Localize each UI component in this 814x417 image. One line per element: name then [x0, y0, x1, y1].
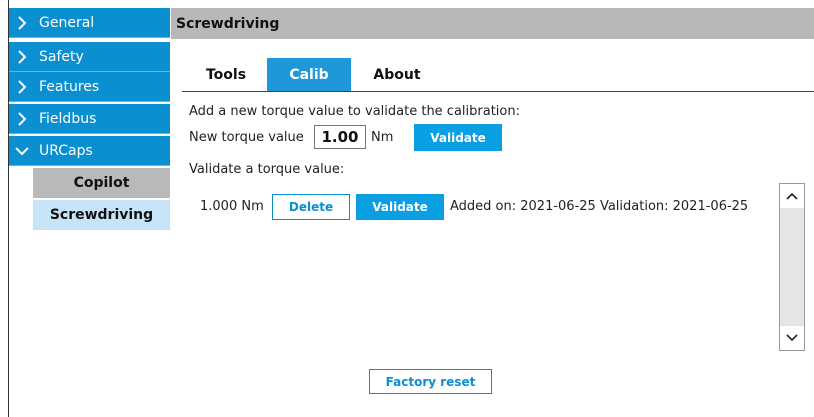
chevron-up-icon	[786, 192, 798, 200]
sidebar-subitem-screwdriving[interactable]: Screwdriving	[33, 200, 170, 230]
chevron-right-icon	[9, 42, 35, 72]
scrollbar[interactable]	[779, 183, 805, 351]
tab-divider	[182, 91, 814, 92]
scroll-down-button[interactable]	[780, 326, 804, 350]
chevron-right-icon	[9, 8, 35, 38]
chevron-right-icon	[9, 104, 35, 134]
sidebar-item-features[interactable]: Features	[9, 72, 170, 102]
validate-entry-button[interactable]: Validate	[356, 194, 444, 220]
chevron-down-icon	[786, 334, 798, 342]
sidebar: General Safety Features Fieldbus URCaps …	[9, 0, 170, 417]
add-torque-prompt: Add a new torque value to validate the c…	[189, 104, 520, 119]
sidebar-item-label: URCaps	[39, 142, 93, 159]
sidebar-item-label: Features	[39, 78, 100, 95]
page-title: Screwdriving	[171, 8, 814, 39]
sidebar-subitem-label: Copilot	[73, 175, 130, 191]
tab-calib[interactable]: Calib	[267, 58, 351, 91]
sidebar-subitem-label: Screwdriving	[49, 207, 154, 223]
validate-torque-prompt: Validate a torque value:	[189, 162, 345, 177]
tab-tools[interactable]: Tools	[190, 58, 262, 91]
scroll-up-button[interactable]	[780, 184, 804, 208]
tab-about[interactable]: About	[356, 58, 438, 91]
sidebar-item-fieldbus[interactable]: Fieldbus	[9, 104, 170, 134]
delete-button[interactable]: Delete	[272, 194, 350, 220]
torque-entry-value: 1.000 Nm	[200, 199, 264, 214]
sidebar-item-label: General	[39, 14, 95, 31]
chevron-right-icon	[9, 72, 35, 102]
sidebar-item-urcaps[interactable]: URCaps	[9, 136, 170, 166]
sidebar-subitem-copilot[interactable]: Copilot	[33, 168, 170, 198]
chevron-down-icon	[9, 136, 35, 166]
sidebar-item-general[interactable]: General	[9, 8, 170, 38]
validate-new-torque-button[interactable]: Validate	[414, 124, 502, 151]
new-torque-input[interactable]: 1.00	[314, 125, 366, 149]
sidebar-item-label: Fieldbus	[39, 110, 97, 127]
new-torque-label: New torque value	[189, 130, 304, 145]
torque-unit-label: Nm	[371, 130, 394, 145]
factory-reset-button[interactable]: Factory reset	[369, 369, 492, 394]
sidebar-item-safety[interactable]: Safety	[9, 42, 170, 72]
entry-dates-text: Added on: 2021-06-25 Validation: 2021-06…	[450, 199, 749, 214]
sidebar-item-label: Safety	[39, 48, 84, 65]
